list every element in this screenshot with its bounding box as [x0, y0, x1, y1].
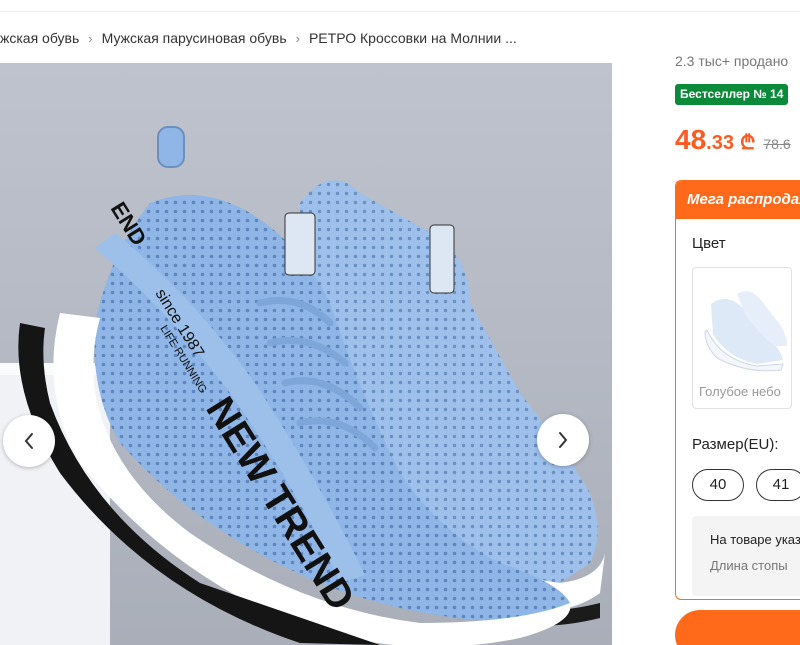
product-photo: NEW TREND since 1987 LIFE RUNNING END	[0, 126, 605, 645]
gallery-next-button[interactable]	[537, 414, 589, 466]
size-note-line1: На товаре указан	[710, 532, 800, 547]
buy-button[interactable]	[675, 610, 800, 645]
gallery-prev-button[interactable]	[3, 415, 55, 467]
size-label: Размер(EU):	[692, 436, 779, 453]
color-thumbnail	[697, 274, 789, 378]
color-option[interactable]: Голубое небо	[692, 267, 792, 409]
product-image-gallery[interactable]: NEW TREND since 1987 LIFE RUNNING END	[0, 63, 612, 645]
breadcrumb-item-current: РЕТРО Кроссовки на Молнии ...	[308, 30, 517, 46]
sold-count: 2.3 тыс+ продано	[675, 53, 789, 69]
breadcrumb-item-mens-shoes[interactable]: жская обувь	[0, 30, 79, 46]
size-note: На товаре указан Длина стопы	[692, 516, 800, 596]
mega-sale-panel: Мега распродажа Цвет Голубое небо Размер…	[675, 180, 800, 600]
old-price: 78.6	[763, 136, 791, 152]
size-option-41[interactable]: 41	[756, 469, 800, 501]
size-note-line2: Длина стопы	[710, 558, 788, 573]
chevron-left-icon	[24, 433, 33, 449]
chevron-right-icon: ›	[295, 30, 300, 46]
size-option-40[interactable]: 40	[692, 469, 744, 501]
chevron-right-icon	[559, 432, 568, 448]
currency-icon: ₾	[739, 132, 756, 154]
breadcrumb: жская обувь › Мужская парусиновая обувь …	[0, 28, 517, 48]
bestseller-badge[interactable]: Бестселлер № 14	[675, 84, 789, 105]
color-option-name: Голубое небо	[699, 384, 781, 399]
color-label: Цвет	[692, 235, 726, 252]
price-cents: .33	[706, 132, 734, 154]
breadcrumb-item-canvas-shoes[interactable]: Мужская парусиновая обувь	[102, 30, 287, 46]
chevron-right-icon: ›	[88, 30, 93, 46]
price-whole: 48	[675, 124, 707, 155]
promo-title: Мега распродажа	[676, 181, 800, 219]
price: 48.33 ₾ 78.6	[675, 124, 791, 156]
product-info-panel: 2.3 тыс+ продано Бестселлер № 14 48.33 ₾ 7…	[675, 0, 800, 645]
